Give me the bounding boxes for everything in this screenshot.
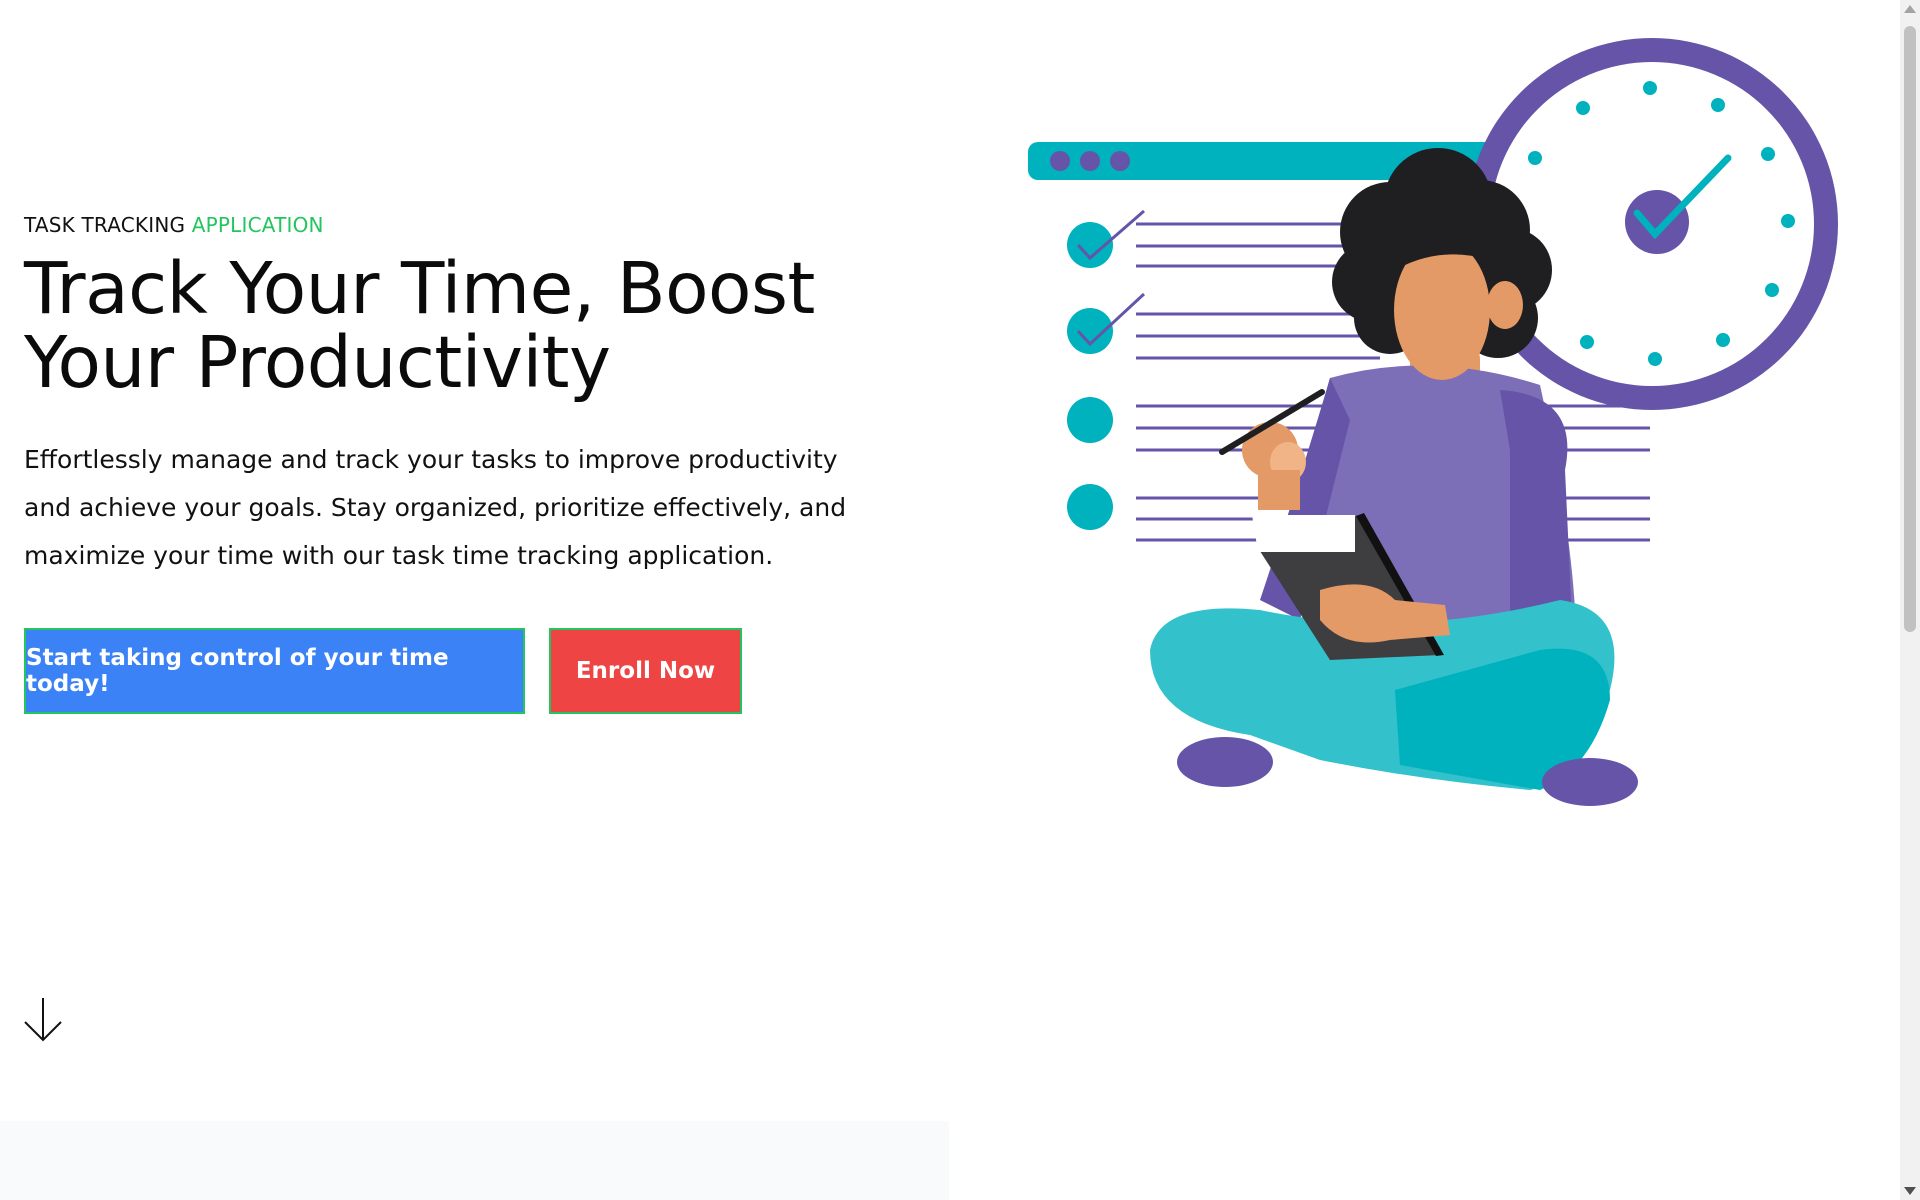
vertical-scrollbar[interactable]: [1900, 0, 1920, 1200]
next-section-band: [0, 1121, 949, 1200]
headline-line-2: Your Productivity: [24, 321, 611, 404]
hero-actions: Start taking control of your time today!…: [24, 628, 824, 714]
start-taking-control-button[interactable]: Start taking control of your time today!: [24, 628, 525, 714]
description-line-2: and achieve your goals. Stay organized, …: [24, 493, 847, 522]
landing-page: TASK TRACKING APPLICATION Track Your Tim…: [0, 0, 1920, 1200]
hero-section: TASK TRACKING APPLICATION Track Your Tim…: [24, 212, 847, 714]
arrow-down-icon[interactable]: [22, 996, 66, 1044]
headline-line-1: Track Your Time, Boost: [24, 247, 815, 330]
description-line-3: maximize your time with our task time tr…: [24, 541, 774, 570]
eyebrow-label: TASK TRACKING APPLICATION: [24, 212, 824, 238]
eyebrow-main: TASK TRACKING: [24, 213, 186, 237]
hero-description: Effortlessly manage and track your tasks…: [24, 436, 847, 580]
woman-with-clock-checklist-illustration: [1028, 38, 1838, 806]
enroll-now-button[interactable]: Enroll Now: [549, 628, 742, 714]
eyebrow-accent: APPLICATION: [191, 213, 324, 237]
scrollbar-thumb[interactable]: [1904, 26, 1916, 632]
scroll-up-icon[interactable]: [1904, 5, 1916, 13]
hero-headline: Track Your Time, Boost Your Productivity: [24, 252, 824, 400]
description-line-1: Effortlessly manage and track your tasks…: [24, 445, 838, 474]
scroll-down-icon[interactable]: [1904, 1187, 1916, 1195]
